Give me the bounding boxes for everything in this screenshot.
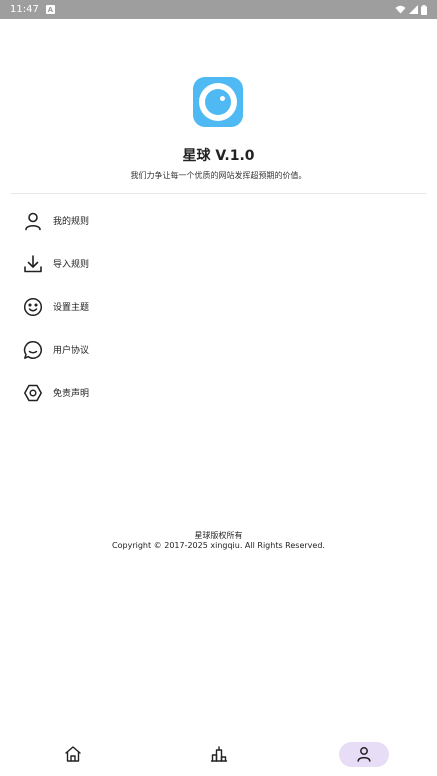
status-time: 11:47 <box>10 4 39 15</box>
chat-bubble-icon <box>22 339 44 361</box>
notification-badge: A <box>45 5 55 14</box>
menu-item-label: 导入规则 <box>53 260 90 270</box>
menu-item-set-theme[interactable]: 设置主题 <box>0 285 437 328</box>
logo-ring <box>199 83 237 121</box>
menu-item-label: 我的规则 <box>53 217 90 227</box>
home-icon <box>65 746 81 762</box>
status-indicators <box>395 4 427 15</box>
footer-copyright: Copyright © 2017-2025 xingqiu. All Right… <box>112 541 325 550</box>
app-title: 星球 V.1.0 <box>182 148 255 164</box>
tab-home-pill <box>48 742 98 767</box>
app-logo <box>193 77 243 127</box>
footer-owner: 星球版权所有 <box>194 531 243 540</box>
settings-menu: 我的规则 导入规则 设置主题 用户协议 免责声明 <box>0 199 437 414</box>
menu-item-my-rules[interactable]: 我的规则 <box>0 199 437 242</box>
battery-icon <box>421 4 427 15</box>
menu-item-disclaimer[interactable]: 免责声明 <box>0 371 437 414</box>
wifi-icon <box>395 5 406 14</box>
status-bar: 11:47 A <box>0 0 437 19</box>
menu-item-label: 免责声明 <box>53 389 90 399</box>
logo-highlight <box>220 96 225 101</box>
tab-profile-pill <box>339 741 390 767</box>
tab-ranking[interactable] <box>146 734 292 774</box>
ranking-icon <box>210 746 227 762</box>
divider <box>11 193 426 194</box>
menu-item-user-agreement[interactable]: 用户协议 <box>0 328 437 371</box>
bottom-nav <box>0 734 437 774</box>
profile-icon <box>357 747 371 762</box>
app-tagline: 我们力争让每一个优质的网站发挥超预期的价值。 <box>130 171 307 180</box>
tab-ranking-pill <box>194 742 244 767</box>
smiley-icon <box>22 296 44 318</box>
download-icon <box>22 253 44 275</box>
user-icon <box>22 210 44 232</box>
menu-item-label: 设置主题 <box>53 303 90 313</box>
hexagon-icon <box>22 382 44 404</box>
tab-home[interactable] <box>0 734 146 774</box>
logo-core <box>205 89 231 115</box>
tab-profile[interactable] <box>291 734 437 774</box>
signal-icon <box>409 5 418 14</box>
menu-item-label: 用户协议 <box>53 346 90 356</box>
menu-item-import-rules[interactable]: 导入规则 <box>0 242 437 285</box>
